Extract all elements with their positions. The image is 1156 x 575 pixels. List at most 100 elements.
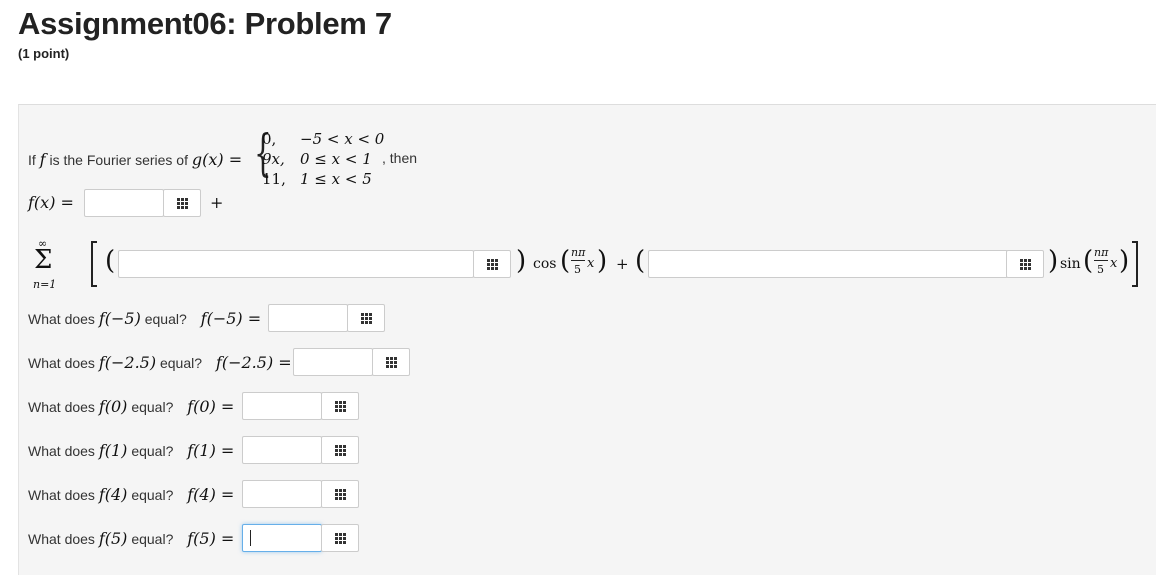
fraction-bar: [571, 260, 585, 261]
arg-denominator: 5: [574, 263, 581, 276]
statement-prefix: If: [28, 152, 36, 168]
question-tail: equal?: [131, 443, 174, 459]
f-minus5-input[interactable]: [268, 304, 348, 332]
f-minus2.5-input[interactable]: [293, 348, 373, 376]
arg-close-paren-b: ): [1119, 246, 1130, 276]
question-eq: f(−5) =: [200, 309, 262, 328]
question-eq: f(5) =: [187, 529, 235, 548]
arg-denominator-b: 5: [1097, 263, 1104, 276]
a0-input[interactable]: [84, 189, 164, 217]
question-eq: f(−2.5) =: [215, 353, 292, 372]
grid-icon: [486, 258, 498, 270]
f-4-equation-button[interactable]: [321, 480, 359, 508]
plus-mid: +: [616, 255, 629, 273]
grid-icon: [334, 400, 346, 412]
statement-g: g(x) =: [191, 150, 243, 169]
f-4-input[interactable]: [242, 480, 322, 508]
question-eq: f(0) =: [187, 397, 235, 416]
arg-open-paren: (: [560, 246, 571, 276]
an-equation-button[interactable]: [473, 250, 511, 278]
f-minus2.5-equation-button[interactable]: [372, 348, 410, 376]
grid-icon: [176, 197, 188, 209]
question-fx: f(0): [98, 397, 128, 416]
bn-input[interactable]: [648, 250, 1008, 278]
question-text: What does: [28, 443, 95, 459]
arg-var-b: x: [1110, 256, 1118, 271]
sum-symbol: Σ: [34, 245, 53, 275]
piecewise-conditions: −5 < x < 0 0 ≤ x < 1 1 ≤ x < 5: [300, 129, 384, 189]
statement-suffix: , then: [382, 150, 418, 166]
question-fx: f(1): [98, 441, 128, 460]
case-condition: 1 ≤ x < 5: [300, 170, 372, 188]
close-paren: ): [516, 246, 527, 276]
question-tail: equal?: [144, 311, 187, 327]
arg-numerator: nπ: [571, 246, 586, 259]
case-condition: 0 ≤ x < 1: [300, 150, 372, 168]
arg-close-paren: ): [597, 246, 608, 276]
text-caret: [250, 530, 251, 546]
question-text: What does: [28, 355, 95, 371]
case-value: 9x,: [262, 150, 285, 168]
question-tail: equal?: [131, 531, 174, 547]
case-condition: −5 < x < 0: [300, 130, 385, 148]
f-1-equation-button[interactable]: [321, 436, 359, 464]
right-bracket: [1132, 241, 1138, 287]
question-fx: f(−5): [98, 309, 141, 328]
case-value: 0,: [262, 130, 277, 148]
open-paren-b: (: [635, 246, 646, 276]
fraction-bar-b: [1094, 260, 1108, 261]
question-tail: equal?: [159, 355, 203, 371]
question-eq: f(1) =: [187, 441, 235, 460]
question-6: What does f(5) equal? f(5) =: [28, 529, 234, 548]
f-5-input[interactable]: [242, 524, 322, 552]
close-paren-b: ): [1048, 246, 1059, 276]
grid-icon: [1019, 258, 1031, 270]
f-minus5-equation-button[interactable]: [347, 304, 385, 332]
open-paren: (: [105, 246, 116, 276]
points-label: (1 point): [18, 46, 70, 61]
question-1: What does f(−5) equal? f(−5) =: [28, 309, 261, 328]
grid-icon: [334, 532, 346, 544]
arg-numerator-b: nπ: [1094, 246, 1109, 259]
question-text: What does: [28, 487, 95, 503]
question-text: What does: [28, 531, 95, 547]
grid-icon: [385, 356, 397, 368]
left-bracket: [91, 241, 97, 287]
question-tail: equal?: [131, 399, 174, 415]
a0-equation-button[interactable]: [163, 189, 201, 217]
arg-open-paren-b: (: [1083, 246, 1094, 276]
problem-panel: [18, 104, 1156, 575]
question-2: What does f(−2.5) equal? f(−2.5) =: [28, 353, 292, 372]
case-value: 11,: [262, 170, 286, 188]
grid-icon: [334, 488, 346, 500]
question-fx: f(4): [98, 485, 128, 504]
statement-line: If f is the Fourier series of g(x) =: [28, 150, 242, 169]
an-input[interactable]: [118, 250, 474, 278]
fx-label: f(x) =: [28, 193, 74, 212]
statement-middle: is the Fourier series of: [49, 152, 188, 168]
grid-icon: [334, 444, 346, 456]
piecewise-values: 0, 9x, 11,: [262, 129, 286, 189]
arg-var: x: [587, 256, 595, 271]
question-text: What does: [28, 399, 95, 415]
cos-label: cos: [533, 256, 557, 272]
question-tail: equal?: [131, 487, 174, 503]
f-1-input[interactable]: [242, 436, 322, 464]
statement-f: f: [39, 150, 46, 169]
page-title: Assignment06: Problem 7: [18, 6, 392, 41]
question-text: What does: [28, 311, 95, 327]
question-fx: f(−2.5): [98, 353, 157, 372]
question-5: What does f(4) equal? f(4) =: [28, 485, 234, 504]
sin-label: sin: [1060, 256, 1081, 272]
f-0-equation-button[interactable]: [321, 392, 359, 420]
f-0-input[interactable]: [242, 392, 322, 420]
question-fx: f(5): [98, 529, 128, 548]
grid-icon: [360, 312, 372, 324]
f-5-equation-button[interactable]: [321, 524, 359, 552]
sum-lower: n=1: [33, 278, 57, 291]
question-eq: f(4) =: [187, 485, 235, 504]
question-4: What does f(1) equal? f(1) =: [28, 441, 234, 460]
bn-equation-button[interactable]: [1006, 250, 1044, 278]
question-3: What does f(0) equal? f(0) =: [28, 397, 234, 416]
plus-sign: +: [210, 193, 224, 212]
